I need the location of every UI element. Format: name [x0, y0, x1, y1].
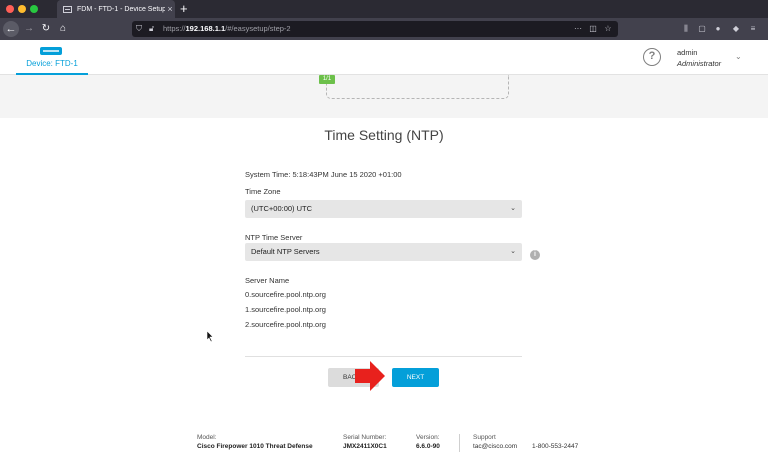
- section-title: Time Setting (NTP): [324, 127, 444, 143]
- support-label: Support: [473, 434, 496, 441]
- server-list-item: 1.sourcefire.pool.ntp.org: [245, 305, 326, 314]
- pocket-icon[interactable]: ◫: [587, 21, 599, 37]
- ntp-server-value: Default NTP Servers: [251, 247, 320, 256]
- next-button[interactable]: NEXT: [392, 368, 439, 387]
- user-role: Administrator: [677, 59, 722, 68]
- model-label: Model:: [197, 434, 217, 441]
- support-phone: 1-800-553-2447: [532, 443, 579, 450]
- device-label: Device: FTD-1: [26, 59, 78, 68]
- extension-icon[interactable]: ◆: [729, 21, 743, 37]
- timezone-select[interactable]: (UTC+00:00) UTC ⌄: [245, 200, 522, 218]
- back-arrow-icon[interactable]: ←: [3, 21, 19, 37]
- menu-icon[interactable]: ≡: [746, 21, 760, 37]
- library-icon[interactable]: ⫼: [679, 21, 693, 37]
- info-icon[interactable]: i: [530, 250, 540, 260]
- serial-number-label: Serial Number:: [343, 434, 387, 441]
- tracking-shield-icon[interactable]: ⛉: [136, 21, 146, 37]
- maximize-window-button[interactable]: [30, 5, 38, 13]
- help-icon[interactable]: ?: [643, 48, 661, 66]
- timezone-label: Time Zone: [245, 187, 281, 196]
- serial-number-value: JMX2411X0C1: [343, 443, 387, 450]
- new-tab-button[interactable]: +: [180, 2, 188, 15]
- user-menu-chevron-icon[interactable]: ⌄: [735, 52, 742, 61]
- page-badge: 1/1: [319, 75, 335, 84]
- page-actions-icon[interactable]: ···: [572, 21, 584, 37]
- mouse-cursor-icon: [207, 331, 214, 342]
- user-name[interactable]: admin: [677, 48, 697, 57]
- bookmark-star-icon[interactable]: ☆: [602, 21, 614, 37]
- footer-separator: [459, 434, 460, 452]
- app-header: Device: FTD-1 ? admin Administrator ⌄: [0, 40, 768, 75]
- close-window-button[interactable]: [6, 5, 14, 13]
- tab-title: FDM - FTD-1 - Device Setup: [77, 5, 165, 13]
- server-list-item: 2.sourcefire.pool.ntp.org: [245, 320, 326, 329]
- page-favicon-icon: [63, 5, 72, 13]
- tab-close-icon[interactable]: ×: [165, 4, 175, 14]
- chevron-down-icon: ⌄: [510, 248, 516, 255]
- insecure-lock-icon[interactable]: 🔓︎: [149, 21, 159, 37]
- forward-arrow-icon[interactable]: →: [22, 21, 36, 37]
- minimize-window-button[interactable]: [18, 5, 26, 13]
- ntp-server-label: NTP Time Server: [245, 233, 303, 242]
- chevron-down-icon: ⌄: [510, 205, 516, 212]
- ntp-server-select[interactable]: Default NTP Servers ⌄: [245, 243, 522, 261]
- reload-icon[interactable]: ↻: [39, 21, 53, 37]
- account-icon[interactable]: ●: [711, 21, 725, 37]
- device-tab[interactable]: Device: FTD-1: [16, 44, 88, 75]
- diagram-frame: [326, 75, 509, 99]
- firewall-device-icon: [40, 47, 62, 55]
- support-email-link[interactable]: tac@cisco.com: [473, 443, 517, 450]
- browser-titlebar: FDM - FTD-1 - Device Setup × +: [0, 0, 768, 18]
- url-text[interactable]: https://192.168.1.1/#/easysetup/step-2: [163, 21, 291, 37]
- form-divider: [245, 356, 522, 357]
- system-time: System Time: 5:18:43PM June 15 2020 +01:…: [245, 170, 402, 179]
- setup-panel: Time Setting (NTP) System Time: 5:18:43P…: [0, 118, 768, 467]
- server-list-item: 0.sourcefire.pool.ntp.org: [245, 290, 326, 299]
- home-icon[interactable]: ⌂: [56, 21, 70, 37]
- server-name-label: Server Name: [245, 276, 290, 285]
- browser-navbar: ← → ↻ ⌂ ⛉ 🔓︎ https://192.168.1.1/#/easys…: [0, 18, 768, 40]
- timezone-value: (UTC+00:00) UTC: [251, 204, 313, 213]
- sidebar-icon[interactable]: ▢: [695, 21, 709, 37]
- browser-tab-active[interactable]: FDM - FTD-1 - Device Setup ×: [57, 0, 175, 18]
- model-value: Cisco Firepower 1010 Threat Defense: [197, 443, 313, 450]
- version-label: Version:: [416, 434, 440, 441]
- red-arrow-annotation-icon: [355, 361, 385, 391]
- url-bar[interactable]: ⛉ 🔓︎ https://192.168.1.1/#/easysetup/ste…: [132, 21, 618, 37]
- version-value: 6.6.0-90: [416, 443, 440, 450]
